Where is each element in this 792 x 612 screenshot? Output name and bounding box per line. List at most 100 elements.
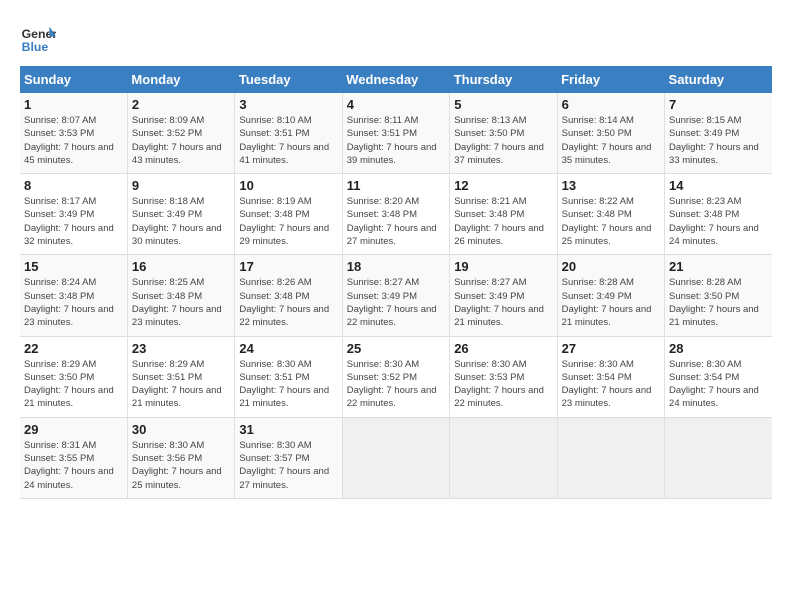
day-detail: Sunrise: 8:09 AMSunset: 3:52 PMDaylight:… (132, 115, 222, 166)
day-number: 16 (132, 259, 230, 274)
day-number: 23 (132, 341, 230, 356)
day-detail: Sunrise: 8:28 AMSunset: 3:50 PMDaylight:… (669, 277, 759, 328)
day-cell-2: 2 Sunrise: 8:09 AMSunset: 3:52 PMDayligh… (127, 93, 234, 174)
day-detail: Sunrise: 8:18 AMSunset: 3:49 PMDaylight:… (132, 196, 222, 247)
day-number: 24 (239, 341, 337, 356)
day-detail: Sunrise: 8:14 AMSunset: 3:50 PMDaylight:… (562, 115, 652, 166)
day-detail: Sunrise: 8:30 AMSunset: 3:53 PMDaylight:… (454, 359, 544, 410)
logo: General Blue (20, 20, 56, 56)
day-cell-13: 13 Sunrise: 8:22 AMSunset: 3:48 PMDaylig… (557, 174, 664, 255)
day-number: 12 (454, 178, 552, 193)
week-row-3: 15 Sunrise: 8:24 AMSunset: 3:48 PMDaylig… (20, 255, 772, 336)
day-number: 9 (132, 178, 230, 193)
day-cell-9: 9 Sunrise: 8:18 AMSunset: 3:49 PMDayligh… (127, 174, 234, 255)
header-day-monday: Monday (127, 66, 234, 93)
day-detail: Sunrise: 8:27 AMSunset: 3:49 PMDaylight:… (347, 277, 437, 328)
day-number: 6 (562, 97, 660, 112)
day-detail: Sunrise: 8:29 AMSunset: 3:51 PMDaylight:… (132, 359, 222, 410)
day-number: 28 (669, 341, 768, 356)
week-row-1: 1 Sunrise: 8:07 AMSunset: 3:53 PMDayligh… (20, 93, 772, 174)
day-detail: Sunrise: 8:21 AMSunset: 3:48 PMDaylight:… (454, 196, 544, 247)
day-number: 7 (669, 97, 768, 112)
day-cell-30: 30 Sunrise: 8:30 AMSunset: 3:56 PMDaylig… (127, 417, 234, 498)
day-cell-12: 12 Sunrise: 8:21 AMSunset: 3:48 PMDaylig… (450, 174, 557, 255)
day-cell-21: 21 Sunrise: 8:28 AMSunset: 3:50 PMDaylig… (665, 255, 772, 336)
day-cell-17: 17 Sunrise: 8:26 AMSunset: 3:48 PMDaylig… (235, 255, 342, 336)
header-row: SundayMondayTuesdayWednesdayThursdayFrid… (20, 66, 772, 93)
day-detail: Sunrise: 8:11 AMSunset: 3:51 PMDaylight:… (347, 115, 437, 166)
day-cell-8: 8 Sunrise: 8:17 AMSunset: 3:49 PMDayligh… (20, 174, 127, 255)
empty-cell (665, 417, 772, 498)
day-number: 5 (454, 97, 552, 112)
week-row-5: 29 Sunrise: 8:31 AMSunset: 3:55 PMDaylig… (20, 417, 772, 498)
day-number: 1 (24, 97, 123, 112)
day-cell-15: 15 Sunrise: 8:24 AMSunset: 3:48 PMDaylig… (20, 255, 127, 336)
day-cell-6: 6 Sunrise: 8:14 AMSunset: 3:50 PMDayligh… (557, 93, 664, 174)
day-cell-26: 26 Sunrise: 8:30 AMSunset: 3:53 PMDaylig… (450, 336, 557, 417)
header-day-friday: Friday (557, 66, 664, 93)
day-detail: Sunrise: 8:30 AMSunset: 3:52 PMDaylight:… (347, 359, 437, 410)
day-detail: Sunrise: 8:24 AMSunset: 3:48 PMDaylight:… (24, 277, 114, 328)
day-detail: Sunrise: 8:30 AMSunset: 3:54 PMDaylight:… (562, 359, 652, 410)
empty-cell (342, 417, 449, 498)
day-cell-3: 3 Sunrise: 8:10 AMSunset: 3:51 PMDayligh… (235, 93, 342, 174)
empty-cell (557, 417, 664, 498)
header-day-wednesday: Wednesday (342, 66, 449, 93)
week-row-2: 8 Sunrise: 8:17 AMSunset: 3:49 PMDayligh… (20, 174, 772, 255)
day-number: 21 (669, 259, 768, 274)
day-number: 27 (562, 341, 660, 356)
day-detail: Sunrise: 8:29 AMSunset: 3:50 PMDaylight:… (24, 359, 114, 410)
day-cell-7: 7 Sunrise: 8:15 AMSunset: 3:49 PMDayligh… (665, 93, 772, 174)
day-detail: Sunrise: 8:31 AMSunset: 3:55 PMDaylight:… (24, 440, 114, 491)
header-day-thursday: Thursday (450, 66, 557, 93)
day-cell-20: 20 Sunrise: 8:28 AMSunset: 3:49 PMDaylig… (557, 255, 664, 336)
day-detail: Sunrise: 8:30 AMSunset: 3:51 PMDaylight:… (239, 359, 329, 410)
day-detail: Sunrise: 8:20 AMSunset: 3:48 PMDaylight:… (347, 196, 437, 247)
day-detail: Sunrise: 8:22 AMSunset: 3:48 PMDaylight:… (562, 196, 652, 247)
day-detail: Sunrise: 8:07 AMSunset: 3:53 PMDaylight:… (24, 115, 114, 166)
day-cell-31: 31 Sunrise: 8:30 AMSunset: 3:57 PMDaylig… (235, 417, 342, 498)
day-number: 31 (239, 422, 337, 437)
day-detail: Sunrise: 8:30 AMSunset: 3:57 PMDaylight:… (239, 440, 329, 491)
day-number: 2 (132, 97, 230, 112)
svg-text:Blue: Blue (22, 40, 49, 54)
day-cell-25: 25 Sunrise: 8:30 AMSunset: 3:52 PMDaylig… (342, 336, 449, 417)
header-day-sunday: Sunday (20, 66, 127, 93)
day-cell-16: 16 Sunrise: 8:25 AMSunset: 3:48 PMDaylig… (127, 255, 234, 336)
day-cell-23: 23 Sunrise: 8:29 AMSunset: 3:51 PMDaylig… (127, 336, 234, 417)
empty-cell (450, 417, 557, 498)
day-detail: Sunrise: 8:10 AMSunset: 3:51 PMDaylight:… (239, 115, 329, 166)
header-day-tuesday: Tuesday (235, 66, 342, 93)
day-number: 8 (24, 178, 123, 193)
day-cell-24: 24 Sunrise: 8:30 AMSunset: 3:51 PMDaylig… (235, 336, 342, 417)
day-number: 15 (24, 259, 123, 274)
day-number: 29 (24, 422, 123, 437)
day-number: 25 (347, 341, 445, 356)
day-detail: Sunrise: 8:15 AMSunset: 3:49 PMDaylight:… (669, 115, 759, 166)
day-number: 19 (454, 259, 552, 274)
day-cell-5: 5 Sunrise: 8:13 AMSunset: 3:50 PMDayligh… (450, 93, 557, 174)
day-cell-19: 19 Sunrise: 8:27 AMSunset: 3:49 PMDaylig… (450, 255, 557, 336)
day-cell-4: 4 Sunrise: 8:11 AMSunset: 3:51 PMDayligh… (342, 93, 449, 174)
page-header: General Blue (20, 20, 772, 56)
day-number: 26 (454, 341, 552, 356)
day-detail: Sunrise: 8:23 AMSunset: 3:48 PMDaylight:… (669, 196, 759, 247)
day-number: 20 (562, 259, 660, 274)
day-number: 30 (132, 422, 230, 437)
day-number: 22 (24, 341, 123, 356)
day-number: 17 (239, 259, 337, 274)
day-detail: Sunrise: 8:26 AMSunset: 3:48 PMDaylight:… (239, 277, 329, 328)
week-row-4: 22 Sunrise: 8:29 AMSunset: 3:50 PMDaylig… (20, 336, 772, 417)
day-number: 4 (347, 97, 445, 112)
day-cell-1: 1 Sunrise: 8:07 AMSunset: 3:53 PMDayligh… (20, 93, 127, 174)
day-number: 13 (562, 178, 660, 193)
day-detail: Sunrise: 8:17 AMSunset: 3:49 PMDaylight:… (24, 196, 114, 247)
day-number: 11 (347, 178, 445, 193)
header-day-saturday: Saturday (665, 66, 772, 93)
day-cell-11: 11 Sunrise: 8:20 AMSunset: 3:48 PMDaylig… (342, 174, 449, 255)
day-detail: Sunrise: 8:25 AMSunset: 3:48 PMDaylight:… (132, 277, 222, 328)
day-cell-27: 27 Sunrise: 8:30 AMSunset: 3:54 PMDaylig… (557, 336, 664, 417)
day-number: 3 (239, 97, 337, 112)
day-detail: Sunrise: 8:27 AMSunset: 3:49 PMDaylight:… (454, 277, 544, 328)
day-cell-14: 14 Sunrise: 8:23 AMSunset: 3:48 PMDaylig… (665, 174, 772, 255)
